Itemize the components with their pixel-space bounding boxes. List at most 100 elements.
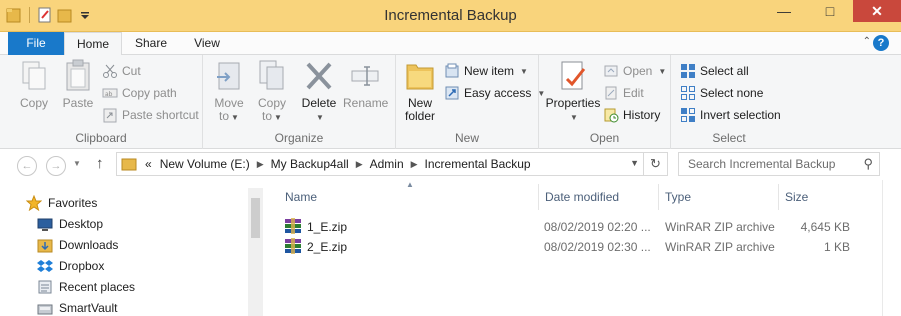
back-button[interactable]: ← [17,156,37,176]
breadcrumb-item[interactable]: Incremental Backup [421,157,535,171]
column-header-date[interactable]: Date modified [545,190,619,208]
history-button[interactable]: History [603,105,660,125]
breadcrumb-item[interactable]: Admin [366,157,408,171]
new-group-label: New [454,131,479,145]
open-button[interactable]: Open ▼ [603,61,666,81]
tab-file[interactable]: File [8,32,64,55]
invert-selection-button[interactable]: Invert selection [680,105,781,125]
chevron-down-icon[interactable]: ▼ [630,158,639,168]
nav-item-label: Recent places [59,280,136,294]
new-item-button[interactable]: New item ▼ [444,61,528,81]
invert-selection-label: Invert selection [700,108,781,122]
file-name-cell: 1_E.zip [284,217,347,237]
chevron-right-icon[interactable]: ▶ [408,159,421,170]
copy-to-button[interactable]: Copy to ▼ [253,59,291,124]
open-label: Open [623,64,653,78]
tab-view[interactable]: View [180,32,234,55]
tab-share[interactable]: Share [122,32,180,55]
breadcrumb-item[interactable]: My Backup4all [267,157,353,171]
maximize-button[interactable]: □ [807,0,853,22]
column-header-type[interactable]: Type [665,190,691,208]
select-all-button[interactable]: Select all [680,61,749,81]
column-divider[interactable] [778,184,779,210]
edit-button[interactable]: Edit [603,83,644,103]
nav-item-downloads[interactable]: Downloads [37,235,118,255]
open-group-label: Open [589,131,620,145]
column-header-size[interactable]: Size [785,190,808,208]
navigation-pane-scrollbar[interactable] [248,188,263,316]
scissors-icon [102,63,118,79]
new-group: New folder New item ▼ Easy access ▼ New [396,55,545,149]
file-date: 08/02/2019 02:30 ... [544,240,651,254]
minimize-button[interactable]: — [761,0,807,22]
nav-item-recent-places[interactable]: Recent places [37,277,135,297]
copy-button[interactable]: Copy [14,59,54,110]
column-divider[interactable] [538,184,539,210]
paste-shortcut-button[interactable]: Paste shortcut [102,105,199,125]
select-none-label: Select none [700,86,764,100]
edit-label: Edit [623,86,644,100]
file-size: 4,645 KB [800,220,850,234]
nav-item-smartvault[interactable]: SmartVault [37,298,117,316]
rename-label: Rename [343,96,389,110]
svg-text:ab: ab [105,91,113,98]
copy-to-icon [256,59,288,93]
nav-item-favorites[interactable]: Favorites [25,193,97,213]
recent-locations-icon[interactable]: ▼ [73,159,81,168]
cut-button[interactable]: Cut [102,61,141,81]
select-group-label: Select [712,131,746,145]
search-placeholder: Search Incremental Backup [688,157,836,171]
rename-button[interactable]: Rename [343,59,389,110]
chevron-right-icon[interactable]: ▶ [254,159,267,170]
select-group: Select all Select none Invert selection … [671,55,787,149]
nav-item-dropbox[interactable]: Dropbox [37,256,104,276]
address-bar[interactable]: « New Volume (E:) ▶ My Backup4all ▶ Admi… [116,152,668,176]
file-size: 1 KB [823,240,850,254]
tab-home[interactable]: Home [64,32,122,56]
minimize-ribbon-icon[interactable]: ⌃ [863,36,871,47]
select-all-icon [680,63,696,79]
paste-button[interactable]: Paste [58,59,98,110]
smartvault-icon [37,300,53,316]
up-arrow-icon[interactable]: ↑ [96,155,104,172]
chevron-right-icon[interactable]: ▶ [353,159,366,170]
column-header-name[interactable]: Name [285,190,317,208]
close-button[interactable]: ✕ [853,0,901,22]
ribbon-tabs: File Home Share View ⌃ ? [0,32,901,56]
nav-item-label: SmartVault [59,301,118,315]
refresh-icon[interactable]: ↻ [643,153,667,175]
help-icon[interactable]: ? [873,35,889,51]
forward-button[interactable]: → [46,156,66,176]
window-controls: — □ ✕ [761,0,901,22]
select-none-button[interactable]: Select none [680,83,763,103]
delete-button[interactable]: Delete ▼ [299,59,339,124]
file-list: ▲ Name Date modified Type Size 1_E.zip 0… [272,180,882,316]
nav-item-desktop[interactable]: Desktop [37,214,103,234]
invert-selection-icon [680,107,696,123]
easy-access-button[interactable]: Easy access ▼ [444,83,545,103]
scrollbar-thumb[interactable] [251,198,260,238]
history-icon [603,107,619,123]
desktop-icon [37,216,53,232]
sort-ascending-icon: ▲ [406,180,414,189]
edit-icon [603,85,619,101]
file-list-scrollbar[interactable] [882,180,901,316]
file-type: WinRAR ZIP archive [665,220,775,234]
new-folder-button[interactable]: New folder [400,59,440,123]
file-row[interactable]: 2_E.zip 08/02/2019 02:30 ... WinRAR ZIP … [280,237,860,257]
breadcrumb-item[interactable]: New Volume (E:) [156,157,254,171]
open-group: Properties ▼ Open ▼ Edit History Open [539,55,671,149]
navigation-pane: Favorites Desktop Downloads Dropbox Rece… [0,180,262,316]
winrar-archive-icon [284,217,302,237]
move-to-button[interactable]: Move to ▼ [210,59,248,124]
copy-path-button[interactable]: ab Copy path [102,83,177,103]
search-icon[interactable]: ⚲ [863,153,873,175]
breadcrumb-overflow[interactable]: « [141,157,156,171]
paste-label: Paste [62,96,94,110]
file-row[interactable]: 1_E.zip 08/02/2019 02:20 ... WinRAR ZIP … [280,217,860,237]
move-to-icon [213,59,245,93]
search-input[interactable]: Search Incremental Backup ⚲ [678,152,880,176]
properties-button[interactable]: Properties ▼ [543,59,603,124]
column-divider[interactable] [658,184,659,210]
file-name: 1_E.zip [307,220,348,234]
